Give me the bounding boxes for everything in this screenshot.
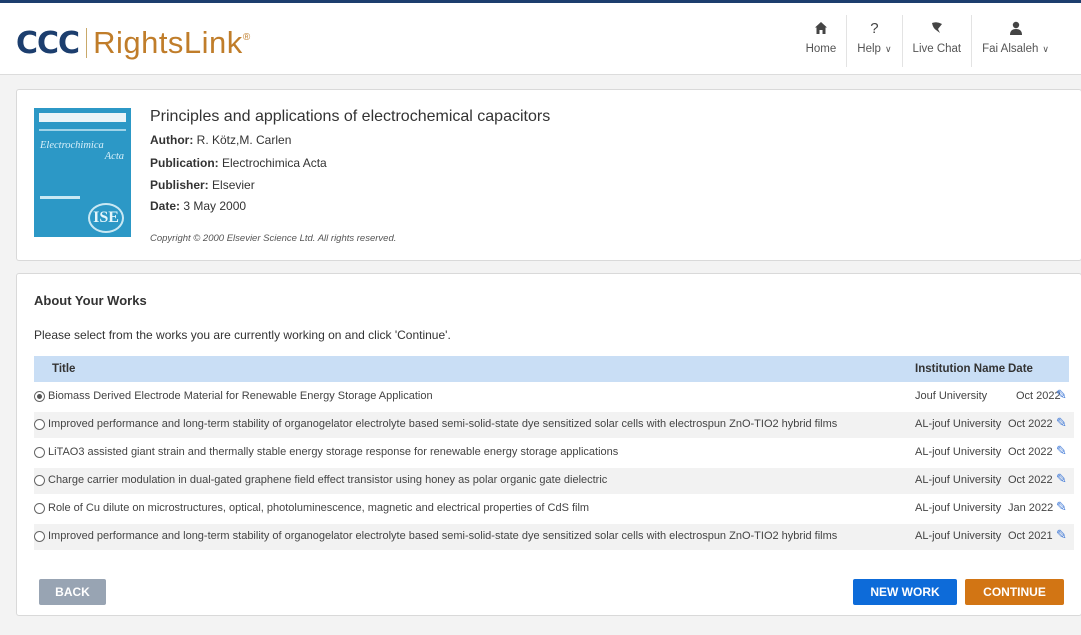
article-date: Date: 3 May 2000 [150,199,247,213]
cover-journal-title: Electrochimica [40,140,104,151]
row-date: Oct 2022 [1008,446,1053,458]
logo-ccc: CCC [16,25,80,61]
row-title: Improved performance and long-term stabi… [48,530,838,542]
row-title: Charge carrier modulation in dual-gated … [48,474,608,486]
nav-live-chat-label: Live Chat [912,43,962,55]
question-icon: ? [870,20,879,37]
header: CCC RightsLink ® Home ? Help ∨ Live Chat … [0,3,1081,75]
article-publication: Publication: Electrochimica Acta [150,156,327,170]
row-institution: Jouf University [915,390,988,402]
article-title: Principles and applications of electroch… [150,108,551,125]
article-card: Electrochimica Acta ISE Principles and a… [16,89,1081,261]
journal-cover-image: Electrochimica Acta ISE [34,108,131,237]
user-icon [1008,21,1024,37]
nav-user-label: Fai Alsaleh ∨ [982,43,1049,55]
nav-help[interactable]: ? Help ∨ [846,15,901,67]
row-radio-button[interactable] [34,531,45,542]
article-copyright: Copyright © 2000 Elsevier Science Ltd. A… [150,233,397,244]
row-institution: AL-jouf University [915,446,1002,458]
table-row[interactable]: Improved performance and long-term stabi… [34,524,1074,550]
edit-icon[interactable]: ✎ [1056,443,1067,459]
row-radio-button[interactable] [34,447,45,458]
column-header-title: Title [52,363,76,375]
row-date: Oct 2022 [1016,390,1061,402]
article-publisher: Publisher: Elsevier [150,178,255,192]
nav-home[interactable]: Home [796,15,847,67]
edit-icon[interactable]: ✎ [1056,499,1067,515]
logo-divider [86,28,88,58]
row-radio-button[interactable] [34,503,45,514]
row-institution: AL-jouf University [915,530,1002,542]
row-radio-button[interactable] [34,391,45,402]
chevron-down-icon: ∨ [884,44,892,54]
row-institution: AL-jouf University [915,418,1002,430]
nav-home-label: Home [805,43,837,55]
table-row[interactable]: Improved performance and long-term stabi… [34,412,1074,438]
works-card: About Your Works Please select from the … [16,273,1081,616]
rightslink-logo[interactable]: CCC RightsLink ® [16,25,250,61]
article-author: Author: R. Kötz,M. Carlen [150,133,292,147]
table-row[interactable]: Biomass Derived Electrode Material for R… [34,384,1074,410]
row-date: Jan 2022 [1008,502,1054,514]
table-row[interactable]: Charge carrier modulation in dual-gated … [34,468,1074,494]
cover-journal-title-2: Acta [104,151,124,162]
logo-registered-mark: ® [242,31,251,43]
section-title: About Your Works [34,293,147,308]
works-table-header: Title Institution Name Date [34,356,1069,382]
row-radio-button[interactable] [34,419,45,430]
column-header-institution: Institution Name [915,363,1006,375]
edit-icon[interactable]: ✎ [1056,387,1067,403]
row-institution: AL-jouf University [915,474,1002,486]
row-title: Improved performance and long-term stabi… [48,418,838,430]
nav-help-label: Help ∨ [857,43,892,55]
edit-icon[interactable]: ✎ [1056,471,1067,487]
edit-icon[interactable]: ✎ [1056,527,1067,543]
home-icon [814,21,828,37]
back-button[interactable]: BACK [39,579,106,605]
works-instruction: Please select from the works you are cur… [34,328,451,342]
row-radio-button[interactable] [34,475,45,486]
nav-live-chat[interactable]: Live Chat [901,15,972,67]
row-title: Biomass Derived Electrode Material for R… [48,390,433,402]
new-work-button[interactable]: NEW WORK [853,579,957,605]
chat-icon [930,21,944,37]
logo-rightslink: RightsLink [93,25,243,60]
row-date: Oct 2022 [1008,418,1053,430]
chevron-down-icon: ∨ [1042,44,1049,54]
edit-icon[interactable]: ✎ [1056,415,1067,431]
row-date: Oct 2022 [1008,474,1053,486]
nav-user-menu[interactable]: Fai Alsaleh ∨ [971,15,1059,67]
row-date: Oct 2021 [1008,530,1053,542]
column-header-date: Date [1008,363,1033,375]
ise-logo: ISE [88,203,124,233]
continue-button[interactable]: CONTINUE [965,579,1064,605]
table-row[interactable]: LiTAO3 assisted giant strain and thermal… [34,440,1074,466]
row-title: LiTAO3 assisted giant strain and thermal… [48,446,619,458]
row-title: Role of Cu dilute on microstructures, op… [48,502,590,514]
row-institution: AL-jouf University [915,502,1002,514]
table-row[interactable]: Role of Cu dilute on microstructures, op… [34,496,1074,522]
top-nav: Home ? Help ∨ Live Chat Fai Alsaleh ∨ [796,15,1059,67]
